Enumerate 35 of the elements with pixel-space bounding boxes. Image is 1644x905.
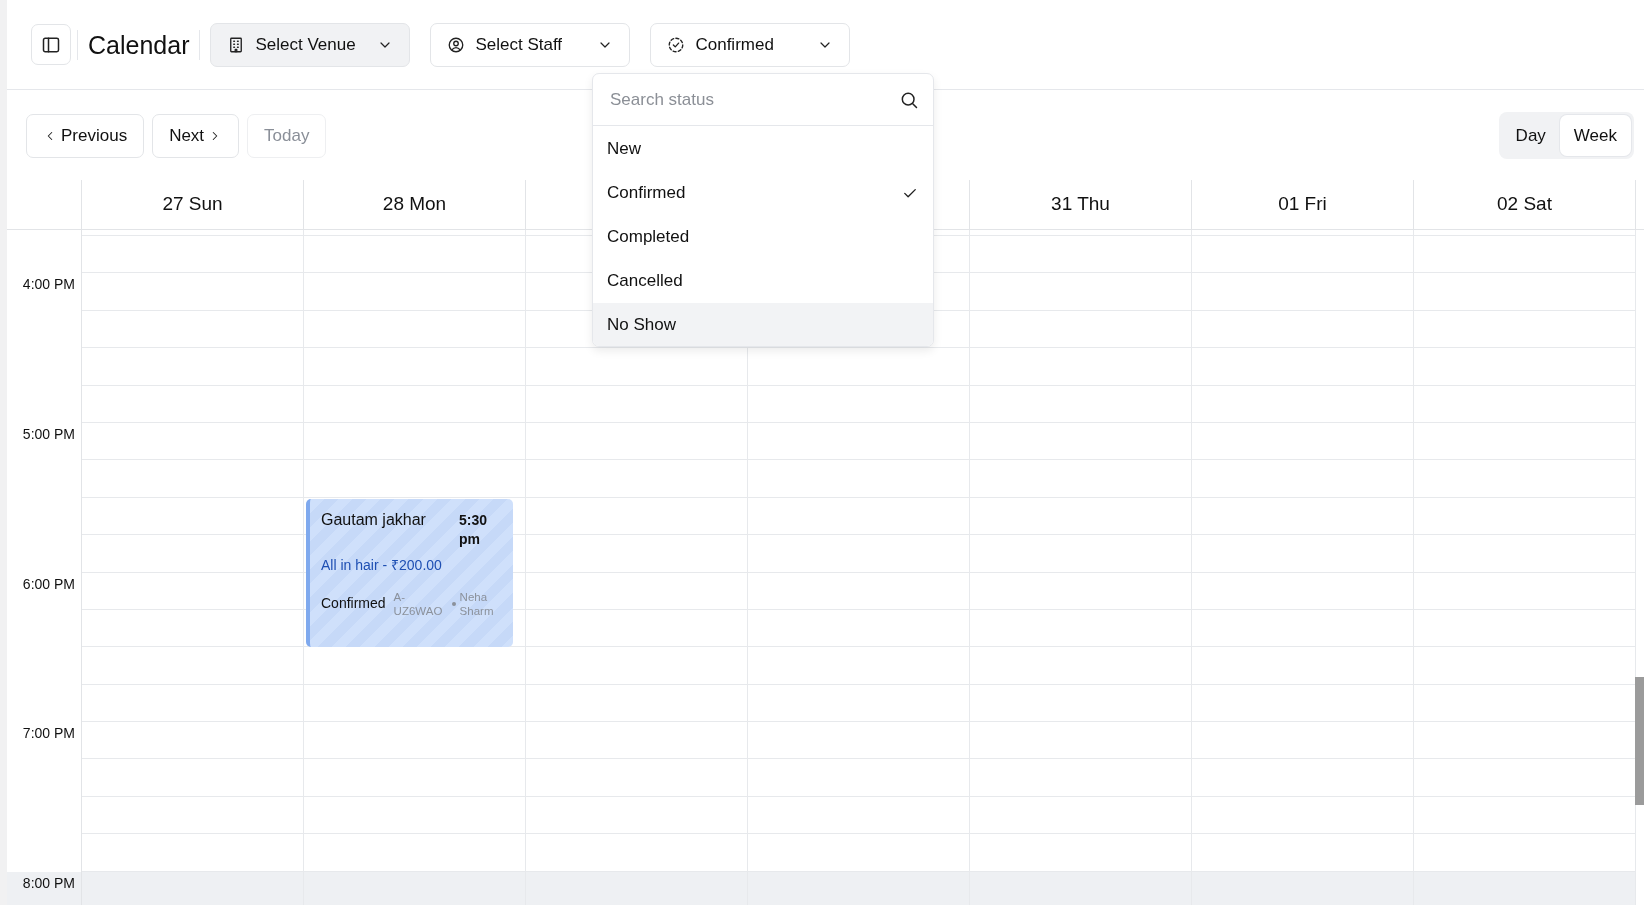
- appointment-status: Confirmed: [321, 594, 386, 614]
- time-label: 7:00 PM: [22, 725, 75, 742]
- day-header: 28 Mon: [382, 192, 447, 217]
- view-tab[interactable]: Day: [1501, 114, 1560, 157]
- day-header: 27 Sun: [162, 192, 223, 217]
- appointment-time: 5:30 pm: [459, 510, 489, 549]
- day-header: 01 Fri: [1278, 192, 1327, 217]
- day-header: 31 Thu: [1051, 192, 1110, 217]
- next-button[interactable]: Next: [152, 113, 240, 158]
- booking-code: A-UZ6WAO: [393, 589, 444, 618]
- status-option[interactable]: Completed: [593, 215, 933, 258]
- view-tab[interactable]: Week: [1559, 114, 1631, 157]
- filter-dropdown[interactable]: Select Venue: [210, 22, 411, 67]
- scrollbar[interactable]: [1635, 677, 1644, 805]
- time-label: 4:00 PM: [22, 276, 75, 293]
- status-option[interactable]: No Show: [593, 303, 933, 346]
- status-option[interactable]: Cancelled: [593, 259, 933, 302]
- staff-name: Neha Sharm: [459, 589, 494, 618]
- dashed-check-circle-icon: [667, 35, 686, 54]
- status-option[interactable]: Confirmed: [593, 171, 933, 214]
- sidebar-toggle-button[interactable]: [31, 24, 71, 65]
- page-title: Calendar: [77, 29, 201, 60]
- client-name: Gautam jakhar: [321, 509, 427, 530]
- status-option[interactable]: New: [593, 127, 933, 170]
- user-circle-icon: [447, 35, 466, 54]
- separator-dot: [451, 601, 456, 606]
- day-header: 02 Sat: [1497, 192, 1552, 217]
- filter-dropdown[interactable]: Confirmed: [650, 22, 851, 67]
- search-input[interactable]: Search status: [608, 85, 899, 114]
- time-label: 8:00 PM: [22, 874, 75, 891]
- filter-dropdown[interactable]: Select Staff: [430, 22, 631, 67]
- time-label: 5:00 PM: [22, 425, 75, 442]
- service-price: All in hair - ₹200.00: [321, 555, 443, 575]
- previous-button[interactable]: Previous: [26, 113, 145, 158]
- time-label: 6:00 PM: [22, 575, 75, 592]
